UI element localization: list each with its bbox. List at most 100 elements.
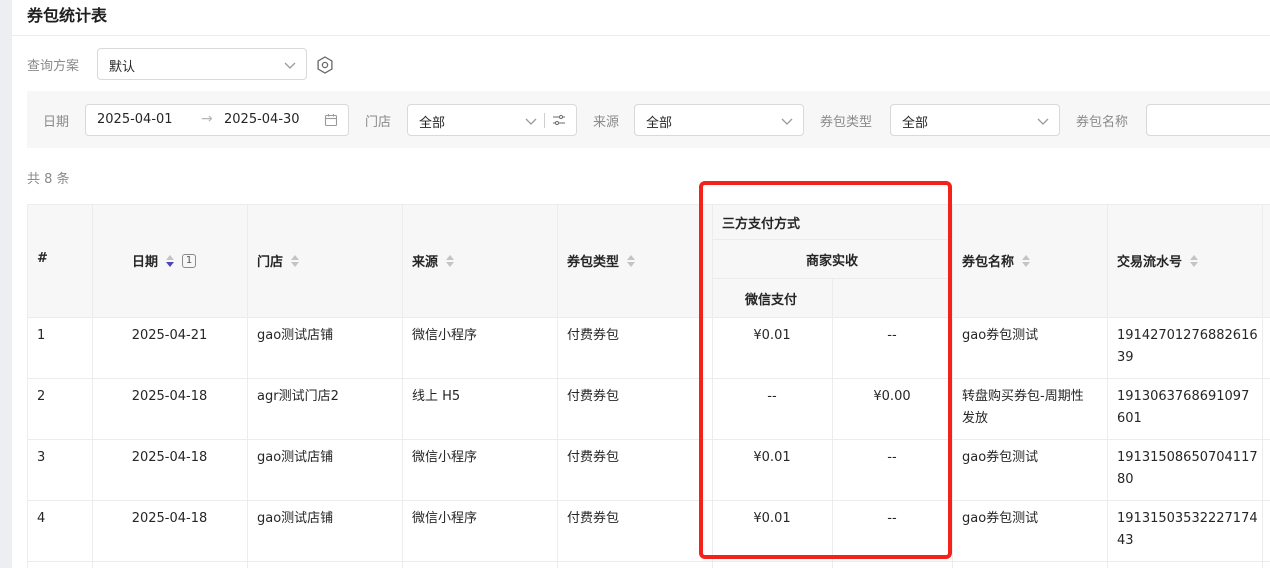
- cell-serial-line2: 601: [1117, 411, 1142, 426]
- date-range-picker[interactable]: 2025-04-01 → 2025-04-30: [85, 104, 349, 136]
- cell-store: gao测试店铺: [257, 450, 334, 465]
- cell-serial: 1913063768691097: [1117, 389, 1250, 404]
- arrow-right-icon: →: [201, 111, 213, 127]
- grid-line: [557, 205, 558, 568]
- store-filter-label: 门店: [365, 115, 392, 130]
- scheme-value: 默认: [109, 60, 136, 75]
- grid-line: [712, 239, 952, 240]
- cell-type: 付费券包: [567, 511, 620, 526]
- grid-line: [1107, 205, 1108, 568]
- scheme-label: 查询方案: [27, 59, 80, 74]
- calendar-icon: [324, 114, 338, 127]
- sort-icon[interactable]: [446, 254, 455, 267]
- report-panel: 券包统计表 查询方案 默认 日期 2025-04-01 → 2025-04-30…: [12, 0, 1270, 568]
- chevron-down-icon: [284, 62, 296, 69]
- grid-line: [952, 205, 953, 568]
- grid-line: [712, 278, 952, 279]
- grid-line: [28, 500, 1270, 501]
- cell-index: 3: [37, 450, 46, 465]
- cell-other: ¥0.00: [873, 389, 911, 404]
- chevron-down-icon: [781, 118, 793, 125]
- grid-line: [1262, 205, 1263, 568]
- cell-name: 转盘购买券包-周期性: [962, 389, 1084, 404]
- cell-source: 微信小程序: [412, 450, 478, 465]
- filter-settings-icon[interactable]: [552, 113, 566, 127]
- cell-wechat: --: [767, 389, 777, 404]
- table-header: [28, 205, 1270, 317]
- source-select[interactable]: 全部: [634, 104, 804, 136]
- header-index: #: [37, 251, 48, 266]
- name-filter-label: 券包名称: [1076, 115, 1129, 130]
- header-type[interactable]: 券包类型: [567, 251, 636, 270]
- header-serial[interactable]: 交易流水号: [1117, 251, 1199, 270]
- sort-order-badge: 1: [182, 253, 197, 268]
- scheme-select[interactable]: 默认: [97, 48, 307, 80]
- grid-line: [28, 561, 1270, 562]
- sort-icon[interactable]: [166, 254, 175, 267]
- cell-date: 2025-04-18: [131, 450, 208, 465]
- cell-store: gao测试店铺: [257, 511, 334, 526]
- type-value: 全部: [902, 116, 929, 131]
- cell-wechat: ¥0.01: [753, 328, 791, 343]
- header-third-party-group: 三方支付方式: [722, 217, 801, 232]
- settings-icon[interactable]: [315, 55, 335, 75]
- header-package-name[interactable]: 券包名称: [962, 251, 1031, 270]
- date-end[interactable]: 2025-04-30: [224, 112, 300, 127]
- grid-line: [28, 378, 1270, 379]
- page-title: 券包统计表: [27, 6, 108, 25]
- cell-serial-line2: 80: [1117, 472, 1134, 487]
- divider: [544, 113, 545, 128]
- cell-name: gao券包测试: [962, 511, 1039, 526]
- cell-type: 付费券包: [567, 450, 620, 465]
- total-count: 共 8 条: [27, 172, 70, 187]
- cell-serial: 19131503532227174: [1117, 511, 1258, 526]
- date-filter-label: 日期: [43, 115, 70, 130]
- cell-name: gao券包测试: [962, 450, 1039, 465]
- source-filter-label: 来源: [593, 115, 620, 130]
- header-date[interactable]: 日期 1: [132, 251, 197, 270]
- header-source[interactable]: 来源: [412, 251, 455, 270]
- store-value: 全部: [419, 116, 446, 131]
- cell-index: 1: [37, 328, 46, 343]
- cell-wechat: ¥0.01: [753, 450, 791, 465]
- cell-other: --: [887, 511, 897, 526]
- grid-line: [402, 205, 403, 568]
- cell-index: 4: [37, 511, 46, 526]
- cell-store: gao测试店铺: [257, 328, 334, 343]
- sort-icon[interactable]: [291, 254, 300, 267]
- cell-source: 微信小程序: [412, 511, 478, 526]
- cell-other: --: [887, 450, 897, 465]
- header-wechat-pay: 微信支付: [745, 293, 798, 308]
- cell-index: 2: [37, 389, 46, 404]
- cell-serial: 19131508650704117: [1117, 450, 1258, 465]
- left-strip: [0, 0, 12, 568]
- cell-serial-line2: 43: [1117, 533, 1134, 548]
- package-type-select[interactable]: 全部: [890, 104, 1060, 136]
- store-select[interactable]: 全部: [407, 104, 577, 136]
- cell-date: 2025-04-18: [131, 389, 208, 404]
- sort-icon[interactable]: [1022, 254, 1031, 267]
- type-filter-label: 券包类型: [820, 115, 873, 130]
- cell-store: agr测试门店2: [257, 389, 339, 404]
- source-value: 全部: [646, 116, 673, 131]
- cell-serial: 19142701276882616: [1117, 328, 1258, 343]
- cell-name: gao券包测试: [962, 328, 1039, 343]
- header-merchant-group: 商家实收: [806, 254, 859, 269]
- grid-line: [247, 205, 248, 568]
- cell-type: 付费券包: [567, 389, 620, 404]
- cell-other: --: [887, 328, 897, 343]
- title-divider: [12, 35, 1270, 36]
- cell-source: 线上 H5: [412, 389, 461, 404]
- cell-name-line2: 发放: [962, 411, 989, 426]
- chevron-down-icon: [525, 118, 537, 125]
- header-store[interactable]: 门店: [257, 251, 300, 270]
- package-name-input[interactable]: [1146, 104, 1270, 136]
- sort-icon[interactable]: [1190, 254, 1199, 267]
- chevron-down-icon: [1037, 118, 1049, 125]
- cell-date: 2025-04-18: [131, 511, 208, 526]
- sort-icon[interactable]: [627, 254, 636, 267]
- cell-source: 微信小程序: [412, 328, 478, 343]
- filter-bar: 日期 2025-04-01 → 2025-04-30 门店 全部 来源 全部 券…: [27, 91, 1270, 148]
- cell-serial-line2: 39: [1117, 350, 1134, 365]
- date-start[interactable]: 2025-04-01: [97, 112, 173, 127]
